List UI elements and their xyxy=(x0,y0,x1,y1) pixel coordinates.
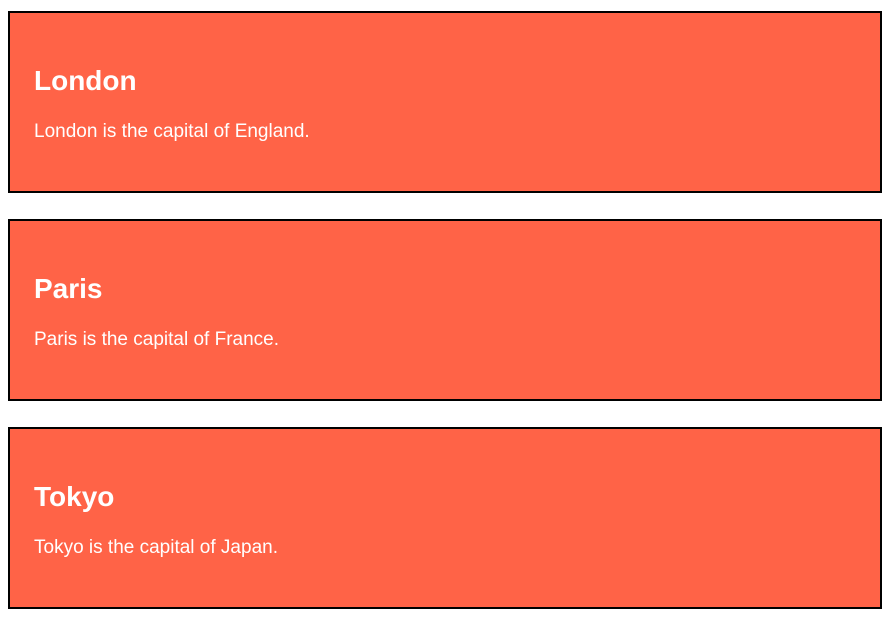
city-card-title: London xyxy=(34,65,137,96)
city-card-description: Tokyo is the capital of Japan. xyxy=(34,537,278,558)
city-card-paris: Paris Paris is the capital of France. xyxy=(8,219,882,401)
city-card-list: London London is the capital of England.… xyxy=(0,0,893,622)
city-card-title: Paris xyxy=(34,273,103,304)
city-card-title: Tokyo xyxy=(34,481,115,512)
city-card-description: Paris is the capital of France. xyxy=(34,329,279,350)
city-card-description: London is the capital of England. xyxy=(34,121,310,142)
city-card-london: London London is the capital of England. xyxy=(8,11,882,193)
city-card-tokyo: Tokyo Tokyo is the capital of Japan. xyxy=(8,427,882,609)
